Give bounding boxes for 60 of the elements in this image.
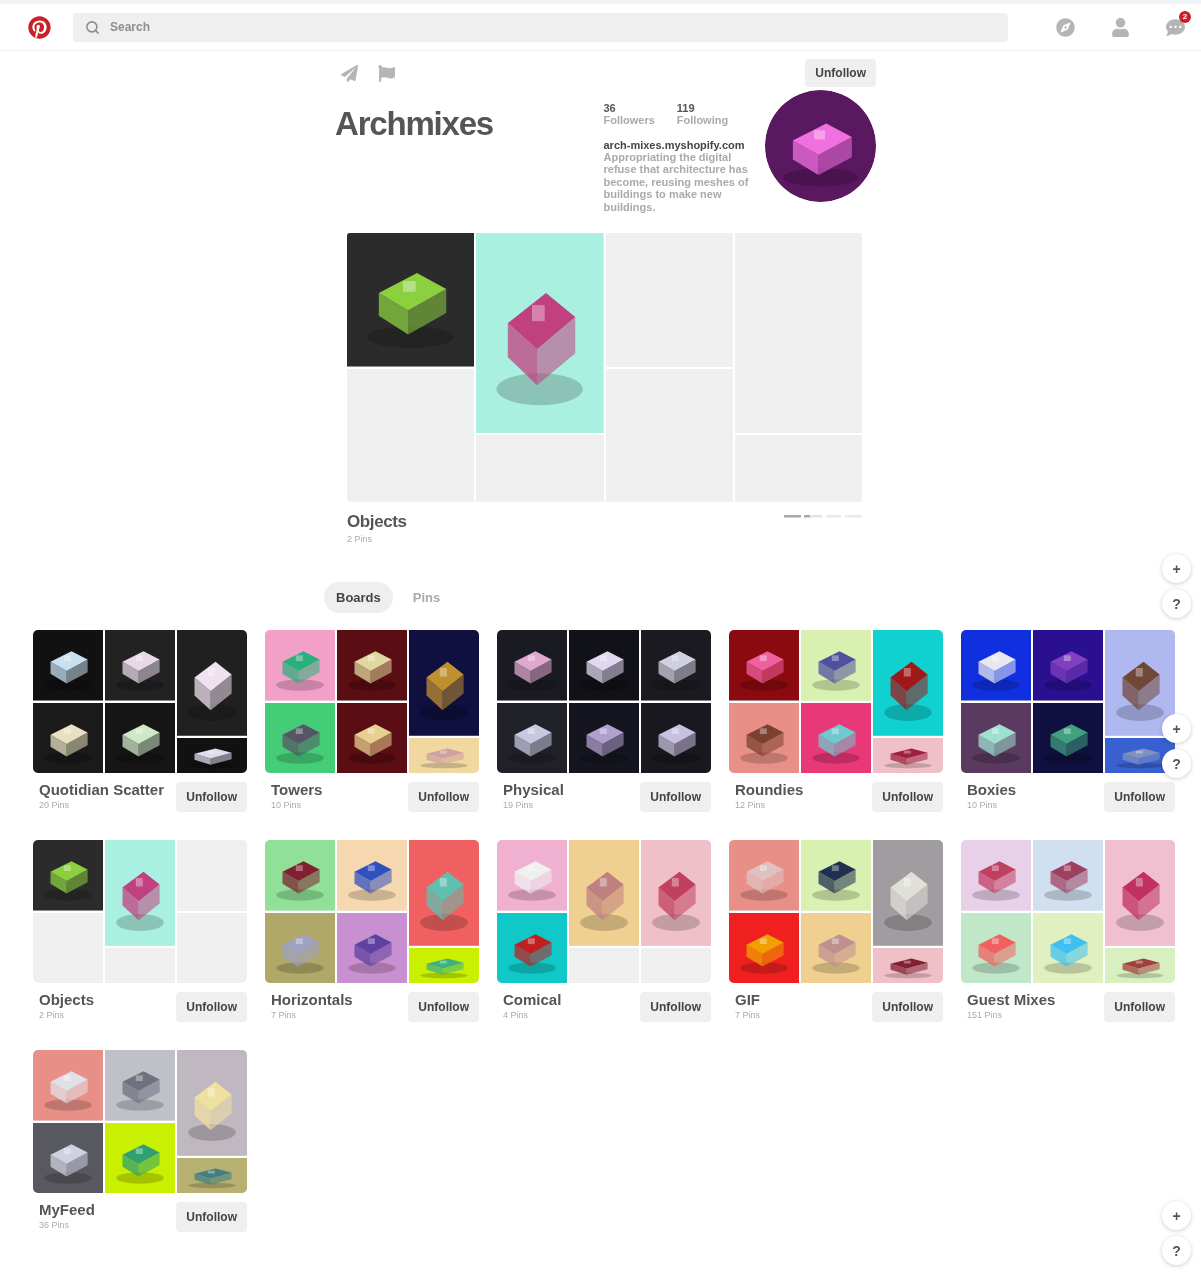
following-count[interactable]: 119 — [676, 102, 729, 114]
pinterest-logo[interactable] — [28, 15, 51, 39]
notification-badge: 2 — [1179, 10, 1191, 23]
unfollow-button[interactable]: Unfollow — [176, 1202, 247, 1233]
unfollow-button[interactable]: Unfollow — [872, 782, 943, 813]
pin-count: 151 Pins — [967, 1010, 1004, 1021]
search-icon — [85, 19, 100, 35]
profile-name: Archmixes — [335, 105, 494, 144]
board-title[interactable]: Physical — [503, 781, 564, 799]
board-title[interactable]: Objects — [39, 991, 95, 1009]
profile-bio: Appropriating the digital refuse that architecture has become, reusing meshes of buildings to make new buildings. — [603, 151, 750, 214]
board-title[interactable]: Objects — [347, 512, 407, 533]
carousel-dots-icon — [784, 514, 862, 519]
chat-icon[interactable] — [1166, 17, 1185, 37]
unfollow-button[interactable]: Unfollow — [1104, 992, 1175, 1023]
pin-count: 7 Pins — [735, 1010, 760, 1021]
unfollow-button[interactable]: Unfollow — [176, 782, 247, 813]
pin-count: 36 Pins — [39, 1220, 71, 1231]
board-title[interactable]: MyFeed — [39, 1201, 95, 1219]
unfollow-button[interactable]: Unfollow — [408, 782, 479, 813]
pin-count: 7 Pins — [271, 1010, 297, 1021]
unfollow-button[interactable]: Unfollow — [408, 992, 479, 1023]
followers-count[interactable]: 36 — [603, 102, 655, 114]
tab[interactable]: Boards — [324, 582, 393, 614]
help-button[interactable]: ? — [1162, 749, 1191, 778]
unfollow-button[interactable]: Unfollow — [872, 992, 943, 1023]
unfollow-button[interactable]: Unfollow — [640, 782, 711, 813]
board-title[interactable]: Roundies — [735, 781, 804, 799]
pin-count: 10 Pins — [271, 800, 303, 811]
empty-tile — [569, 947, 639, 984]
pin-count: 10 Pins — [967, 800, 999, 811]
board-title[interactable]: Comical — [503, 991, 562, 1009]
board-title[interactable]: Guest Mixes — [967, 991, 1056, 1009]
board-title[interactable]: GIF — [735, 991, 760, 1009]
add-button[interactable]: + — [1162, 1201, 1191, 1230]
unfollow-button[interactable]: Unfollow — [805, 59, 876, 87]
pin-count: 19 Pins — [503, 800, 535, 811]
pin-count: 20 Pins — [39, 800, 71, 811]
pin-count: 2 Pins — [347, 534, 373, 545]
pin-count: 12 Pins — [735, 800, 767, 811]
empty-tile — [105, 947, 175, 984]
empty-tile — [641, 947, 711, 984]
board-title[interactable]: Horizontals — [271, 991, 353, 1009]
board-title[interactable]: Towers — [271, 781, 323, 799]
send-icon[interactable] — [341, 64, 358, 82]
search-field[interactable]: Search — [73, 12, 1008, 42]
compass-icon[interactable] — [1056, 17, 1075, 37]
flag-icon[interactable] — [378, 64, 395, 82]
unfollow-button[interactable]: Unfollow — [176, 992, 247, 1023]
user-icon[interactable] — [1111, 17, 1130, 37]
website-link[interactable]: arch-mixes.myshopify.com — [603, 139, 761, 151]
pin-count: 2 Pins — [39, 1010, 65, 1021]
help-button[interactable]: ? — [1162, 1236, 1191, 1265]
unfollow-button[interactable]: Unfollow — [1104, 782, 1175, 813]
unfollow-button[interactable]: Unfollow — [640, 992, 711, 1023]
board-title[interactable]: Quotidian Scatter — [39, 781, 165, 799]
add-button[interactable]: + — [1162, 554, 1191, 583]
help-button[interactable]: ? — [1162, 589, 1191, 618]
pin-count: 4 Pins — [503, 1010, 529, 1021]
board-title[interactable]: Boxies — [967, 781, 1017, 799]
